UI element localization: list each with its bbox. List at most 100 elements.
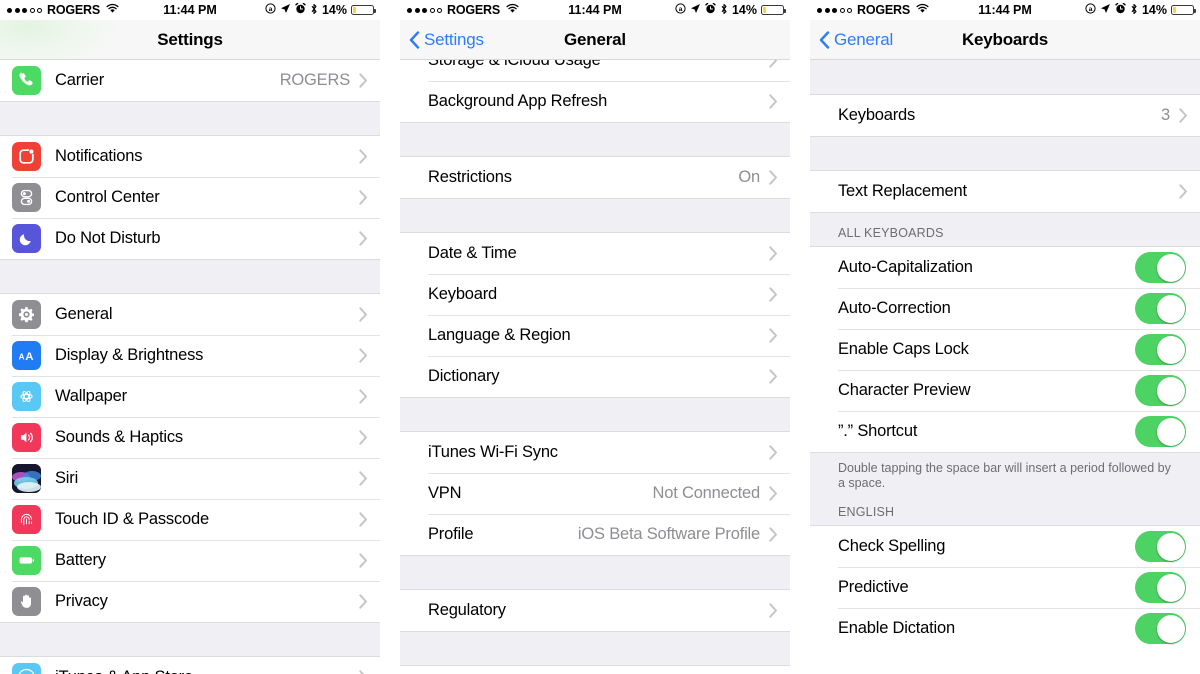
battery-icon xyxy=(351,4,377,16)
chevron-right-icon xyxy=(359,231,368,246)
status-bar-left: ROGERS xyxy=(7,3,119,17)
list-item-label: Storage & iCloud Usage xyxy=(428,60,601,69)
chevron-right-icon xyxy=(769,369,778,384)
signal-strength-icon xyxy=(817,7,852,13)
auto-capitalization-toggle[interactable] xyxy=(1135,252,1186,283)
list-item-label: Wallpaper xyxy=(55,387,127,405)
list-item-background-app-refresh[interactable]: Background App Refresh xyxy=(400,81,790,122)
location-arrow-icon xyxy=(280,3,291,17)
chevron-right-icon xyxy=(769,527,778,542)
status-bar: ROGERS 11:44 PM a 14% xyxy=(810,0,1200,20)
list-item-sounds-haptics[interactable]: Sounds & Haptics xyxy=(0,417,380,458)
list-item-carrier[interactable]: Carrier ROGERS xyxy=(0,60,380,101)
list-item-general[interactable]: General xyxy=(0,294,380,335)
predictive-toggle[interactable] xyxy=(1135,572,1186,603)
panel-divider xyxy=(790,0,810,674)
list-item-enable-caps-lock[interactable]: Enable Caps Lock xyxy=(810,329,1200,370)
list-item-check-spelling[interactable]: Check Spelling xyxy=(810,526,1200,567)
app-store-icon xyxy=(12,663,41,674)
list-item-do-not-disturb[interactable]: Do Not Disturb xyxy=(0,218,380,259)
period-shortcut-toggle[interactable] xyxy=(1135,416,1186,447)
list-item-profile[interactable]: Profile iOS Beta Software Profile xyxy=(400,514,790,555)
three-panel-screenshot: ROGERS 11:44 PM a 14% Settings Carrier R… xyxy=(0,0,1200,674)
list-item-text-replacement[interactable]: Text Replacement xyxy=(810,171,1200,212)
list-item-label: Do Not Disturb xyxy=(55,229,161,247)
back-button[interactable]: Settings xyxy=(400,30,484,50)
bluetooth-icon xyxy=(720,3,728,18)
back-button-label: Settings xyxy=(424,29,484,49)
signal-strength-icon xyxy=(7,7,42,13)
status-bar-right: a 14% xyxy=(675,2,787,18)
notifications-icon xyxy=(12,142,41,171)
list-item-character-preview[interactable]: Character Preview xyxy=(810,370,1200,411)
chevron-right-icon xyxy=(769,603,778,618)
chevron-right-icon xyxy=(359,670,368,674)
settings-list[interactable]: Carrier ROGERS Notifications Control Cen… xyxy=(0,60,380,674)
list-item-control-center[interactable]: Control Center xyxy=(0,177,380,218)
svg-text:a: a xyxy=(1089,6,1093,13)
list-item-value: On xyxy=(738,168,760,186)
list-item-itunes-wifi-sync[interactable]: iTunes Wi-Fi Sync xyxy=(400,432,790,473)
list-item-label: VPN xyxy=(428,484,462,502)
status-carrier-label: ROGERS xyxy=(447,3,500,17)
list-item-predictive[interactable]: Predictive xyxy=(810,567,1200,608)
character-preview-toggle[interactable] xyxy=(1135,375,1186,406)
chevron-right-icon xyxy=(359,348,368,363)
list-item-display-brightness[interactable]: AA Display & Brightness xyxy=(0,335,380,376)
section-footer-all-keyboards: Double tapping the space bar will insert… xyxy=(810,452,1200,501)
list-item-keyboards[interactable]: Keyboards 3 xyxy=(810,95,1200,136)
navigation-bar: Settings General xyxy=(400,20,790,60)
svg-text:A: A xyxy=(19,352,25,361)
list-item-period-shortcut[interactable]: ”.” Shortcut xyxy=(810,411,1200,452)
do-not-track-icon: a xyxy=(1085,3,1096,17)
list-item-regulatory[interactable]: Regulatory xyxy=(400,590,790,631)
battery-icon xyxy=(1171,4,1197,16)
hand-icon xyxy=(12,587,41,616)
enable-dictation-toggle[interactable] xyxy=(1135,613,1186,644)
enable-caps-lock-toggle[interactable] xyxy=(1135,334,1186,365)
list-item-notifications[interactable]: Notifications xyxy=(0,136,380,177)
list-item-label: Auto-Capitalization xyxy=(838,258,973,276)
list-item-auto-correction[interactable]: Auto-Correction xyxy=(810,288,1200,329)
list-item-language-region[interactable]: Language & Region xyxy=(400,315,790,356)
list-item-siri[interactable]: Siri xyxy=(0,458,380,499)
chevron-right-icon xyxy=(359,594,368,609)
list-item-itunes-app-store[interactable]: iTunes & App Store xyxy=(0,657,380,674)
list-item-restrictions[interactable]: Restrictions On xyxy=(400,157,790,198)
section-header-english: ENGLISH xyxy=(810,501,1200,526)
general-list[interactable]: Storage & iCloud Usage Background App Re… xyxy=(400,60,790,674)
moon-icon xyxy=(12,224,41,253)
group-separator xyxy=(810,60,1200,95)
group-separator xyxy=(0,101,380,136)
list-item-enable-dictation[interactable]: Enable Dictation xyxy=(810,608,1200,649)
list-item-privacy[interactable]: Privacy xyxy=(0,581,380,622)
auto-correction-toggle[interactable] xyxy=(1135,293,1186,324)
list-item-date-time[interactable]: Date & Time xyxy=(400,233,790,274)
list-item-storage-icloud-usage[interactable]: Storage & iCloud Usage xyxy=(400,60,790,81)
list-item-label: Character Preview xyxy=(838,381,971,399)
list-item-auto-capitalization[interactable]: Auto-Capitalization xyxy=(810,247,1200,288)
list-item-touch-id-passcode[interactable]: Touch ID & Passcode xyxy=(0,499,380,540)
battery-percent-label: 14% xyxy=(1141,3,1167,17)
list-item-wallpaper[interactable]: Wallpaper xyxy=(0,376,380,417)
location-arrow-icon xyxy=(1100,3,1111,17)
chevron-right-icon xyxy=(769,94,778,109)
chevron-right-icon xyxy=(359,149,368,164)
back-button[interactable]: General xyxy=(810,30,893,50)
list-item-battery[interactable]: Battery xyxy=(0,540,380,581)
check-spelling-toggle[interactable] xyxy=(1135,531,1186,562)
svg-text:A: A xyxy=(25,351,33,363)
battery-icon xyxy=(761,4,787,16)
group-separator xyxy=(400,198,790,233)
list-item-label: Profile xyxy=(428,525,474,543)
list-item-vpn[interactable]: VPN Not Connected xyxy=(400,473,790,514)
list-item-label: iTunes & App Store xyxy=(55,668,193,674)
list-item-label: Privacy xyxy=(55,592,108,610)
list-item-keyboard[interactable]: Keyboard xyxy=(400,274,790,315)
list-item-reset[interactable]: Reset xyxy=(400,666,790,674)
clipped-group: Storage & iCloud Usage Background App Re… xyxy=(400,60,790,122)
list-item-dictionary[interactable]: Dictionary xyxy=(400,356,790,397)
chevron-right-icon xyxy=(769,170,778,185)
keyboards-list[interactable]: Keyboards 3 Text Replacement ALL KEYBOAR… xyxy=(810,60,1200,674)
group-separator xyxy=(400,397,790,432)
